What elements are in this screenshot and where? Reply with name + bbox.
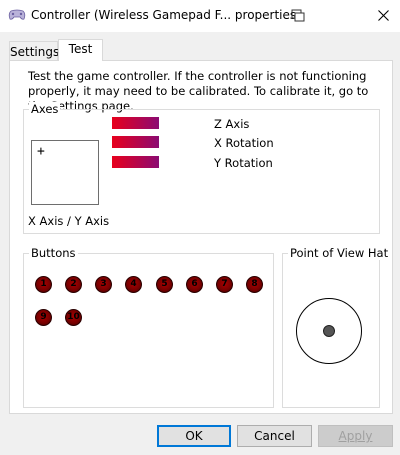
controller-button-indicator: 3 [95,276,112,293]
tab-test[interactable]: Test [58,39,103,61]
window-pin-icon[interactable] [291,9,305,22]
apply-button-label: Apply [338,429,373,443]
test-description: Test the game controller. If the control… [28,69,369,113]
z-axis-bar [112,117,159,129]
apply-button[interactable]: Apply [318,425,393,447]
controller-button-indicator: 8 [246,276,263,293]
y-rotation-bar [112,156,159,168]
title-bar: Controller (Wireless Gamepad F... proper… [0,0,400,32]
x-rotation-bar [112,136,159,148]
controller-button-indicator: 7 [216,276,233,293]
cancel-button[interactable]: Cancel [237,425,312,447]
x-rotation-label: X Rotation [214,136,274,150]
xy-axis-label: X Axis / Y Axis [28,214,110,228]
window-title: Controller (Wireless Gamepad F... proper… [31,8,297,22]
buttons-group [23,253,274,408]
gamepad-icon [8,9,26,21]
xy-crosshair: + [37,144,45,159]
controller-button-indicator: 10 [65,309,82,326]
axes-group-label: Axes [29,102,61,116]
close-icon [378,10,389,21]
tab-settings[interactable]: Settings [9,41,59,61]
controller-button-indicator: 1 [35,276,52,293]
ok-button[interactable]: OK [157,425,231,447]
buttons-group-label: Buttons [29,246,78,260]
z-axis-label: Z Axis [214,117,250,131]
close-button[interactable] [368,2,398,30]
pov-hat-label: Point of View Hat [288,246,391,260]
controller-button-indicator: 2 [65,276,82,293]
pov-hat-indicator [323,325,335,337]
controller-button-indicator: 9 [35,309,52,326]
controller-button-indicator: 4 [125,276,142,293]
controller-button-indicator: 5 [156,276,173,293]
controller-button-indicator: 6 [186,276,203,293]
y-rotation-label: Y Rotation [214,156,273,170]
